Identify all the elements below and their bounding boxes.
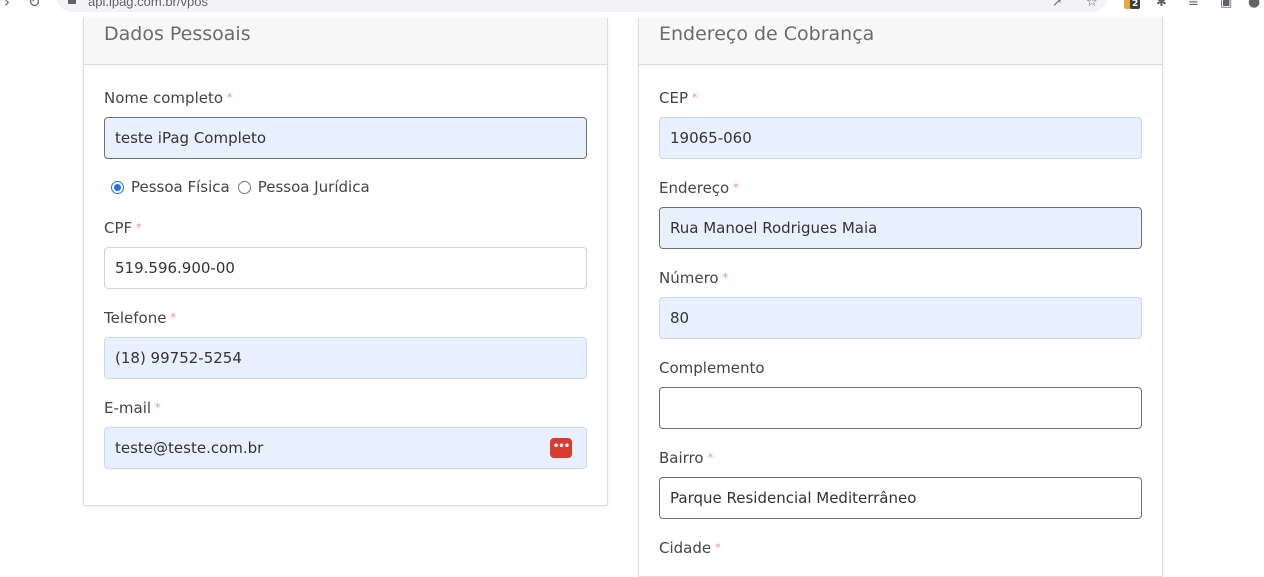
email-input[interactable]: teste@teste.com.br ••• [104,427,587,469]
forward-icon[interactable]: › [4,0,10,11]
address-bar-url[interactable]: api.ipag.com.br/vpos [88,0,208,9]
phone-input-value: (18) 99752-5254 [115,349,242,367]
number-input-value: 80 [670,309,690,327]
required-mark: * [733,181,739,194]
profile-avatar-icon[interactable]: ● [1248,0,1260,10]
district-label: Bairro * [659,449,713,467]
cep-input[interactable]: 19065-060 [659,117,1142,159]
address-label: Endereço * [659,179,739,197]
required-mark: * [692,91,698,104]
personal-data-title: Dados Pessoais [84,17,607,65]
required-mark: * [722,271,729,284]
address-bar[interactable] [56,0,1108,12]
required-mark: * [715,541,721,554]
cpf-input[interactable]: 519.596.900-00 [104,247,587,289]
radio-pessoa-fisica-label[interactable]: Pessoa Física [131,178,230,196]
complement-label: Complemento [659,359,765,377]
phone-label-text: Telefone [104,309,167,327]
cep-label-text: CEP [659,89,688,107]
cpf-label-text: CPF [104,219,133,237]
lock-icon[interactable] [68,0,76,4]
number-input[interactable]: 80 [659,297,1142,339]
cep-label: CEP * [659,89,698,107]
media-control-icon[interactable]: ≡ [1188,0,1199,10]
required-mark: * [227,91,233,104]
district-input-value: Parque Residencial Mediterrâneo [670,489,917,507]
password-manager-icon[interactable]: ••• [550,438,572,458]
personal-data-card: Dados Pessoais Nome completo * teste iPag… [83,17,608,506]
city-label-text: Cidade [659,539,712,557]
required-mark: * [136,221,142,234]
district-label-text: Bairro [659,449,704,467]
required-mark: * [170,311,176,324]
name-label-text: Nome completo [104,89,224,107]
district-input[interactable]: Parque Residencial Mediterrâneo [659,477,1142,519]
cpf-label: CPF * [104,219,142,237]
address-input-value: Rua Manoel Rodrigues Maia [670,219,878,237]
required-mark: * [707,451,714,464]
phone-label: Telefone * [104,309,176,327]
email-label: E-mail * [104,399,161,417]
person-type-group: Pessoa Física Pessoa Jurídica [111,178,378,196]
side-panel-icon[interactable]: ▣ [1220,0,1232,10]
share-icon[interactable]: ↗ [1052,0,1062,9]
billing-address-title: Endereço de Cobrança [639,17,1162,65]
extensions-puzzle-icon[interactable]: ✱ [1156,0,1167,10]
radio-pessoa-juridica-label[interactable]: Pessoa Jurídica [258,178,370,196]
complement-input[interactable] [659,387,1142,429]
phone-input[interactable]: (18) 99752-5254 [104,337,587,379]
name-label: Nome completo * [104,89,233,107]
name-input[interactable]: teste iPag Completo [104,117,587,159]
complement-label-text: Complemento [659,359,765,377]
radio-pessoa-fisica[interactable] [111,180,124,194]
billing-address-card: Endereço de Cobrança CEP * 19065-060 Ende… [638,17,1163,577]
radio-pessoa-juridica[interactable] [237,180,251,194]
email-label-text: E-mail [104,399,152,417]
reload-icon[interactable]: ↻ [28,0,41,11]
extension-icon[interactable]: 2 [1124,0,1141,9]
number-label-text: Número [659,269,719,287]
name-input-value: teste iPag Completo [115,129,267,147]
city-label: Cidade * [659,539,721,557]
bookmark-star-icon[interactable]: ☆ [1086,0,1098,10]
cpf-input-value: 519.596.900-00 [115,259,235,277]
address-label-text: Endereço [659,179,730,197]
cep-input-value: 19065-060 [670,129,752,147]
email-input-value: teste@teste.com.br [115,439,264,457]
browser-toolbar: › ↻ api.ipag.com.br/vpos ↗ ☆ 2 ✱ ≡ ▣ ● [0,0,1264,17]
number-label: Número * [659,269,728,287]
extension-badge-count: 2 [1130,0,1141,9]
address-input[interactable]: Rua Manoel Rodrigues Maia [659,207,1142,249]
required-mark: * [155,401,161,414]
